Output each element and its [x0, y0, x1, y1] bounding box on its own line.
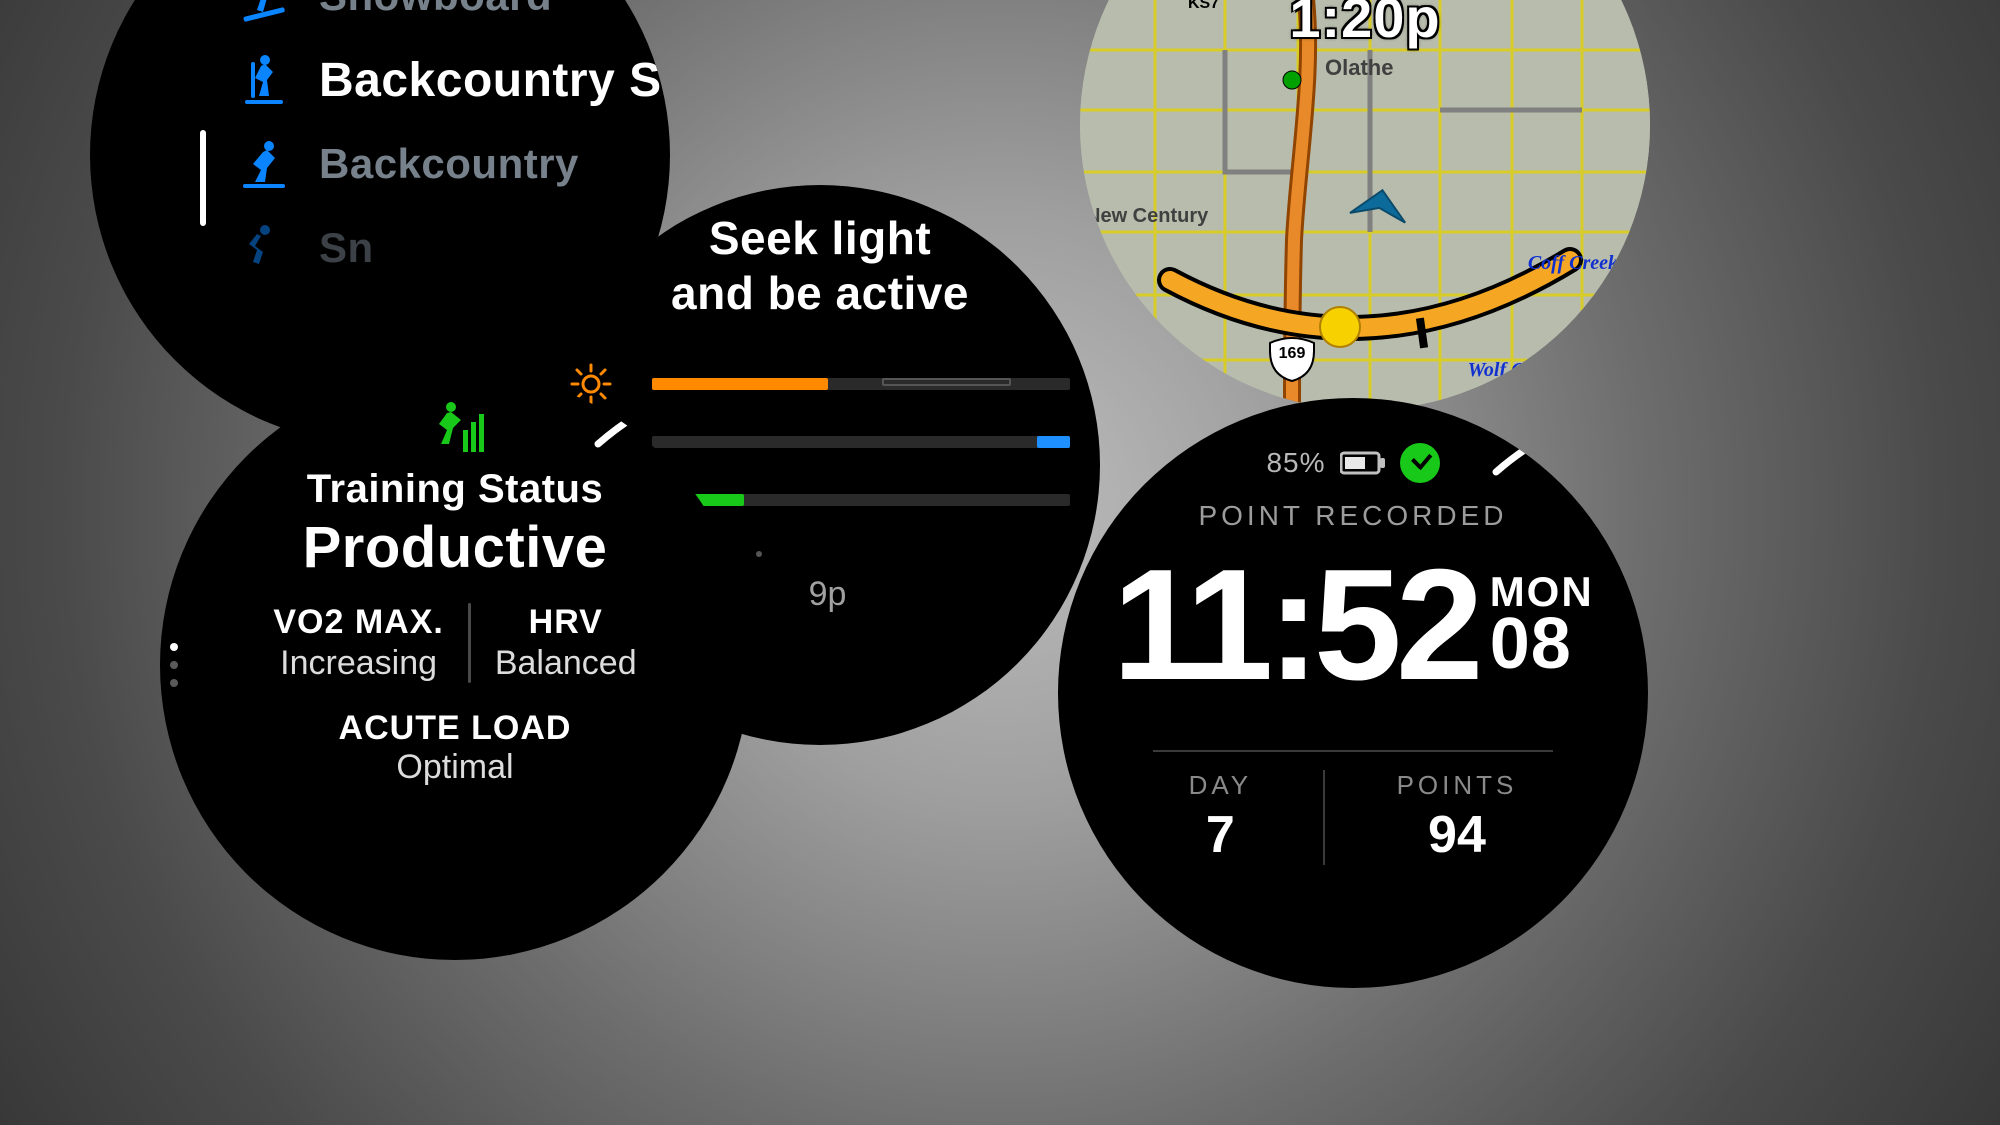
- watchface-map[interactable]: KS7 1:20p Olathe New Century Coff Creek …: [1080, 0, 1650, 410]
- battery-icon: [1340, 450, 1386, 476]
- hour-9p: 9p: [775, 575, 880, 614]
- activity-item-snowboard[interactable]: Snowboard: [235, 0, 670, 38]
- activity-item-backcountry-ski[interactable]: Backcountry Ski: [235, 38, 670, 122]
- hrv-value: Balanced: [495, 644, 637, 683]
- point-recorded-label: POINT RECORDED: [1058, 500, 1648, 532]
- watchface-point-recorded[interactable]: 85% POINT RECORDED 11:52 MON 08 DAY 7: [1058, 398, 1648, 988]
- activity-icon: [235, 220, 291, 276]
- hrv-label: HRV: [495, 603, 637, 642]
- activity-item-sn[interactable]: Sn: [235, 206, 670, 290]
- training-status-heading: Training Status: [160, 467, 750, 512]
- watchface-training-status[interactable]: Training Status Productive VO2 MAX. Incr…: [160, 370, 750, 960]
- vo2max-value: Increasing: [273, 644, 443, 683]
- light-bar-1: [652, 378, 1070, 390]
- acute-load-value: Optimal: [160, 748, 750, 787]
- activity-label: Snowboard: [319, 0, 552, 20]
- points-label: POINTS: [1397, 770, 1518, 801]
- training-status-value: Productive: [160, 514, 750, 581]
- day-label: DAY: [1189, 770, 1253, 801]
- selection-indicator: [200, 130, 206, 226]
- checkmark-icon: [1400, 443, 1440, 483]
- clock-time: 11:52: [1112, 546, 1477, 704]
- snowboard-icon: [235, 0, 291, 24]
- vo2max-label: VO2 MAX.: [273, 603, 443, 642]
- map-label-wolf-creek: Wolf Creek: [1468, 359, 1560, 382]
- map-label-olathe: Olathe: [1325, 55, 1393, 81]
- running-icon: [423, 400, 487, 459]
- activity-item-backcountry[interactable]: Backcountry: [235, 122, 670, 206]
- clock-dom: 08: [1490, 611, 1594, 677]
- map-time: 1:20p: [1080, 0, 1650, 50]
- title-line-2: and be active: [671, 267, 969, 319]
- points-value: 94: [1397, 805, 1518, 865]
- activity-label: Sn: [319, 224, 374, 272]
- map-label-coff-creek: Coff Creek: [1528, 252, 1618, 275]
- backcountry-ski-icon: [235, 52, 291, 108]
- battery-percentage: 85%: [1266, 447, 1325, 479]
- divider: [1323, 770, 1325, 865]
- highway-number: 169: [1270, 332, 1314, 376]
- day-value: 7: [1189, 805, 1253, 865]
- highway-shield-icon: 169: [1270, 332, 1314, 376]
- map-label-new-century: New Century: [1086, 205, 1208, 228]
- backcountry-icon: [235, 136, 291, 192]
- title-line-1: Seek light: [709, 212, 931, 264]
- activity-label: Backcountry Ski: [319, 53, 670, 108]
- activity-label: Backcountry: [319, 140, 579, 188]
- acute-load-label: ACUTE LOAD: [160, 709, 750, 748]
